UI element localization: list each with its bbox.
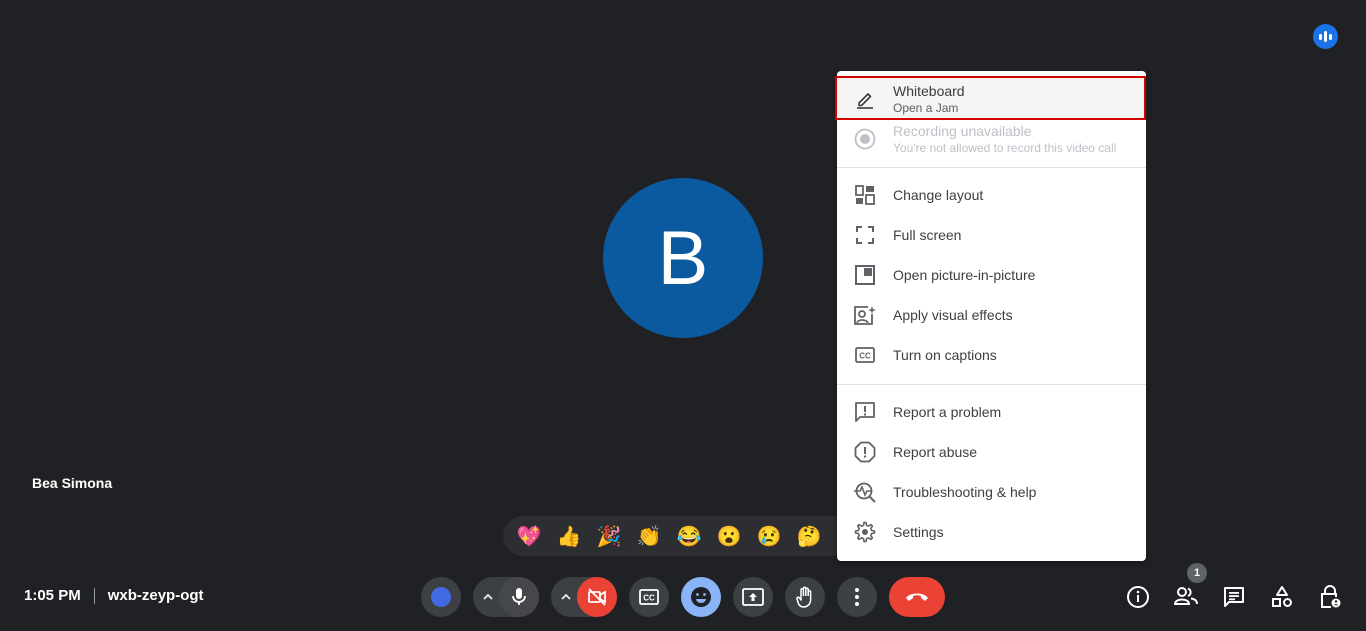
participant-name: Bea Simona bbox=[32, 475, 113, 491]
activities-button[interactable] bbox=[1268, 583, 1296, 611]
menu-item-label: Full screen bbox=[893, 227, 962, 243]
self-dot-icon bbox=[431, 587, 451, 607]
more-options-menu: Whiteboard Open a Jam Recording unavailab… bbox=[837, 71, 1146, 561]
reactions-bar: 💖 👍 🎉 👏 😂 😮 😢 🤔 bbox=[503, 516, 838, 556]
menu-item-label: Turn on captions bbox=[893, 347, 997, 363]
chat-button[interactable] bbox=[1220, 583, 1248, 611]
svg-text:CC: CC bbox=[859, 352, 871, 361]
smiley-icon bbox=[691, 587, 711, 607]
menu-item-settings[interactable]: Settings bbox=[837, 512, 1146, 552]
report-abuse-icon bbox=[854, 441, 876, 463]
layout-icon bbox=[855, 185, 875, 205]
people-button[interactable] bbox=[1172, 583, 1200, 611]
menu-item-picture-in-picture[interactable]: Open picture-in-picture bbox=[837, 255, 1146, 295]
meeting-time: 1:05 PM bbox=[24, 587, 81, 604]
menu-item-label: Open picture-in-picture bbox=[893, 267, 1036, 283]
pencil-icon bbox=[857, 93, 873, 109]
menu-item-label: Recording unavailable bbox=[893, 123, 1032, 139]
present-button[interactable] bbox=[733, 577, 773, 617]
mic-options-chevron-icon[interactable] bbox=[481, 590, 495, 604]
hand-icon bbox=[796, 586, 812, 608]
audio-indicator-icon bbox=[1313, 24, 1338, 49]
menu-item-whiteboard[interactable]: Whiteboard Open a Jam bbox=[837, 77, 1146, 121]
reactions-button[interactable] bbox=[681, 577, 721, 617]
menu-item-label: Troubleshooting & help bbox=[893, 484, 1037, 500]
participant-avatar: B bbox=[603, 178, 763, 338]
separator bbox=[93, 587, 95, 604]
avatar-initial: B bbox=[657, 215, 709, 301]
leave-call-button[interactable] bbox=[889, 577, 945, 617]
mic-button[interactable] bbox=[499, 577, 539, 617]
svg-text:CC: CC bbox=[643, 594, 655, 603]
menu-item-report-abuse[interactable]: Report abuse bbox=[837, 432, 1146, 472]
hang-up-icon bbox=[906, 593, 928, 601]
menu-item-label: Change layout bbox=[893, 187, 984, 203]
menu-item-troubleshooting[interactable]: Troubleshooting & help bbox=[837, 472, 1146, 512]
settings-icon bbox=[854, 521, 876, 543]
menu-item-recording: Recording unavailable You're not allowed … bbox=[837, 121, 1146, 157]
menu-item-label: Apply visual effects bbox=[893, 307, 1013, 323]
self-view-button[interactable] bbox=[421, 577, 461, 617]
reaction-surprised[interactable]: 😮 bbox=[709, 524, 749, 549]
chat-icon bbox=[1224, 587, 1244, 607]
camera-button[interactable] bbox=[577, 577, 617, 617]
visual-effects-icon bbox=[854, 306, 876, 325]
info-icon bbox=[1127, 586, 1149, 608]
reaction-crying[interactable]: 😢 bbox=[749, 524, 789, 549]
microphone-icon bbox=[512, 588, 526, 605]
meeting-details: 1:05 PM wxb-zeyp-ogt bbox=[24, 587, 204, 604]
reaction-tears-of-joy[interactable]: 😂 bbox=[669, 524, 709, 549]
menu-divider bbox=[837, 167, 1146, 168]
menu-item-change-layout[interactable]: Change layout bbox=[837, 175, 1146, 215]
report-problem-icon bbox=[855, 402, 875, 422]
reaction-thumbs-up[interactable]: 👍 bbox=[549, 524, 589, 549]
camera-control-group bbox=[551, 577, 617, 617]
menu-item-label: Settings bbox=[893, 524, 944, 540]
more-options-button[interactable] bbox=[837, 577, 877, 617]
captions-icon: CC bbox=[639, 589, 659, 605]
mic-control-group bbox=[473, 577, 539, 617]
meeting-details-button[interactable] bbox=[1124, 583, 1152, 611]
people-icon bbox=[1173, 587, 1198, 605]
captions-icon: CC bbox=[855, 347, 875, 363]
menu-item-label: Report a problem bbox=[893, 404, 1002, 420]
menu-item-captions[interactable]: CC Turn on captions bbox=[837, 335, 1146, 375]
reaction-sparkling-heart[interactable]: 💖 bbox=[509, 524, 549, 549]
camera-off-icon bbox=[588, 588, 606, 606]
menu-item-label: Whiteboard bbox=[893, 83, 965, 99]
record-icon bbox=[854, 128, 876, 150]
reaction-thinking[interactable]: 🤔 bbox=[789, 524, 829, 549]
menu-divider bbox=[837, 384, 1146, 385]
fullscreen-icon bbox=[856, 226, 874, 244]
raise-hand-button[interactable] bbox=[785, 577, 825, 617]
camera-options-chevron-icon[interactable] bbox=[559, 590, 573, 604]
captions-button[interactable]: CC bbox=[629, 577, 669, 617]
menu-item-full-screen[interactable]: Full screen bbox=[837, 215, 1146, 255]
menu-item-label: Report abuse bbox=[893, 444, 978, 460]
reaction-party-popper[interactable]: 🎉 bbox=[589, 524, 629, 549]
people-count-badge: 1 bbox=[1187, 563, 1207, 583]
host-controls-button[interactable] bbox=[1316, 583, 1344, 611]
menu-item-sublabel: You're not allowed to record this video … bbox=[893, 141, 1117, 155]
pip-icon bbox=[855, 265, 875, 285]
troubleshoot-icon bbox=[854, 482, 876, 503]
menu-item-visual-effects[interactable]: Apply visual effects bbox=[837, 295, 1146, 335]
menu-item-report-problem[interactable]: Report a problem bbox=[837, 392, 1146, 432]
present-screen-icon bbox=[742, 588, 764, 606]
more-vert-icon bbox=[855, 588, 859, 606]
lock-person-icon bbox=[1321, 585, 1341, 608]
reaction-clapping[interactable]: 👏 bbox=[629, 524, 669, 549]
meeting-code: wxb-zeyp-ogt bbox=[107, 587, 204, 604]
activities-icon bbox=[1272, 586, 1292, 607]
menu-item-sublabel: Open a Jam bbox=[893, 101, 959, 115]
